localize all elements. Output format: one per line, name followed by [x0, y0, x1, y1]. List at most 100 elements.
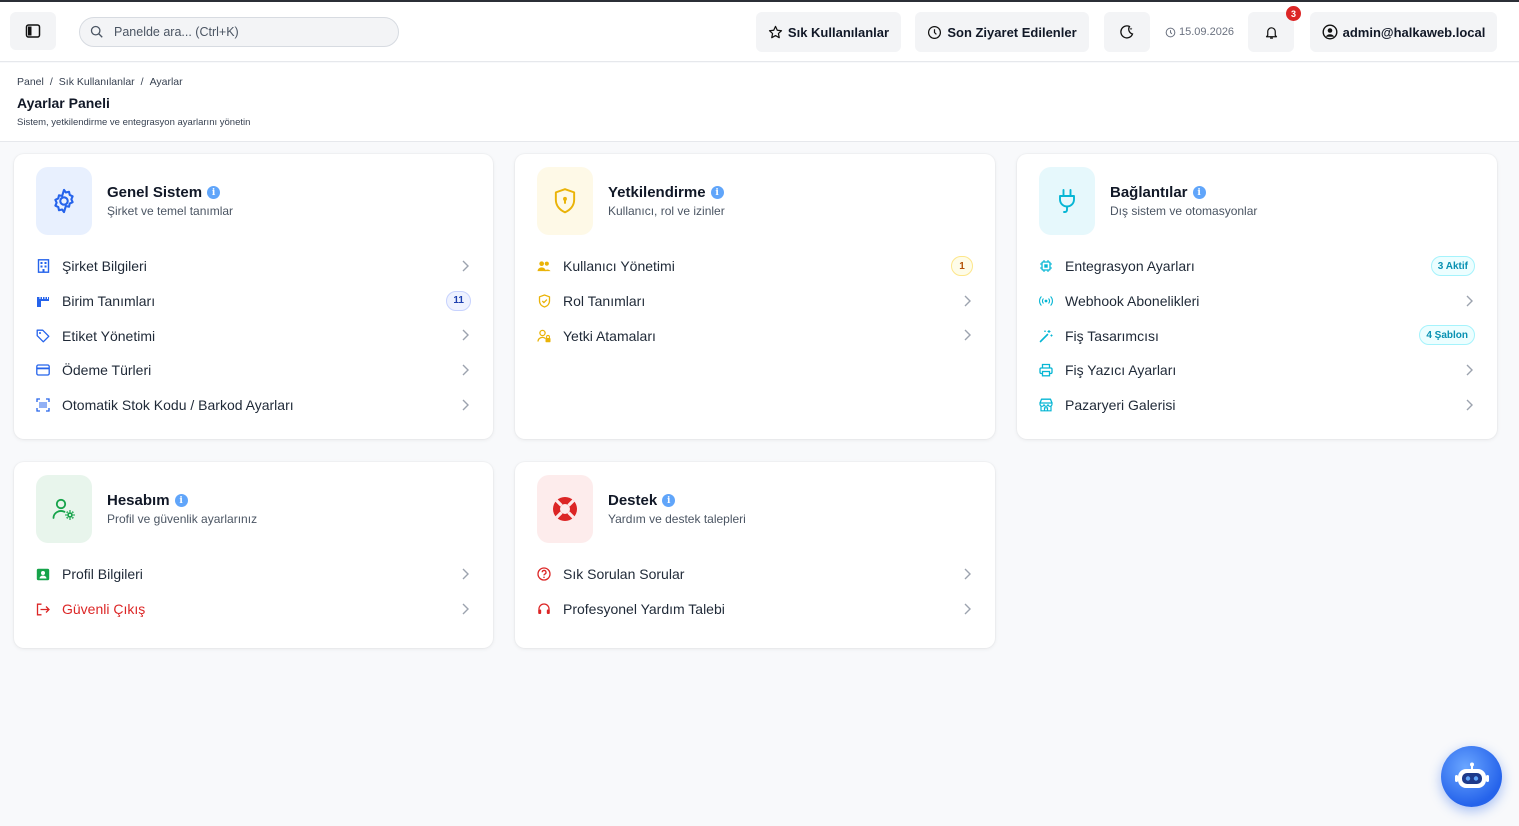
menu-item-label: Kullanıcı Yönetimi — [563, 258, 675, 275]
sidebar-toggle-button[interactable] — [10, 12, 56, 50]
robot-icon — [1454, 762, 1489, 788]
menu-item-webhook-subscriptions[interactable]: Webhook Abonelikleri — [1017, 284, 1497, 319]
info-icon[interactable]: i — [174, 494, 188, 507]
chevron-right-icon — [462, 260, 469, 272]
my-account-title: Hesabım — [107, 492, 170, 509]
sidebar-toggle-icon — [25, 24, 41, 38]
user-menu-button[interactable]: admin@halkaweb.local — [1310, 12, 1497, 52]
theme-toggle-button[interactable] — [1104, 12, 1150, 52]
card-title: Hesabım i — [107, 492, 188, 509]
barcode-icon — [36, 398, 50, 412]
menu-item-professional-help[interactable]: Profesyonel Yardım Talebi — [515, 592, 995, 627]
menu-item-payment-types[interactable]: Ödeme Türleri — [14, 353, 493, 388]
chatbot-button[interactable] — [1441, 746, 1502, 807]
chevron-right-icon — [964, 603, 971, 615]
menu-item-label: Fiş Tasarımcısı — [1065, 327, 1159, 344]
chevron-right-icon — [964, 295, 971, 307]
chevron-right-icon — [1466, 399, 1473, 411]
card-general-system: Genel Sistem i Şirket ve temel tanımlar … — [14, 154, 493, 439]
connections-icon-box — [1039, 167, 1095, 235]
chevron-right-icon — [462, 399, 469, 411]
user-settings-icon — [52, 498, 75, 520]
menu-item-unit-definitions[interactable]: Birim Tanımları 11 — [14, 284, 493, 319]
menu-item-integration-settings[interactable]: Entegrasyon Ayarları 3 Aktif — [1017, 249, 1497, 284]
menu-item-company-info[interactable]: Şirket Bilgileri — [14, 249, 493, 284]
notification-count-badge: 3 — [1286, 6, 1301, 21]
menu-item-label: Profesyonel Yardım Talebi — [563, 601, 725, 618]
general-system-subtitle: Şirket ve temel tanımlar — [107, 204, 234, 218]
breadcrumb-item-favorites[interactable]: Sık Kullanılanlar — [59, 76, 135, 88]
broadcast-icon — [1039, 294, 1053, 308]
search-input[interactable] — [114, 25, 374, 39]
chevron-right-icon — [462, 364, 469, 376]
count-badge: 1 — [951, 256, 973, 276]
shield-icon — [554, 188, 576, 214]
breadcrumb-item-panel[interactable]: Panel — [17, 76, 44, 88]
clock-icon — [928, 25, 942, 39]
info-icon[interactable]: i — [710, 186, 724, 199]
card-connections: Bağlantılar i Dış sistem ve otomasyonlar… — [1017, 154, 1497, 439]
menu-item-profile-info[interactable]: Profil Bilgileri — [14, 557, 493, 592]
clock-icon — [1165, 27, 1176, 37]
favorites-button[interactable]: Sık Kullanılanlar — [756, 12, 901, 52]
chevron-right-icon — [1466, 364, 1473, 376]
building-icon — [36, 259, 50, 274]
menu-item-receipt-designer[interactable]: Fiş Tasarımcısı 4 Şablon — [1017, 318, 1497, 353]
menu-item-secure-logout[interactable]: Güvenli Çıkış — [14, 592, 493, 627]
headset-icon — [537, 602, 551, 616]
menu-item-label: Fiş Yazıcı Ayarları — [1065, 362, 1177, 379]
search-icon — [90, 25, 103, 38]
menu-item-user-management[interactable]: Kullanıcı Yönetimi 1 — [515, 249, 995, 284]
chevron-right-icon — [462, 568, 469, 580]
status-badge: 3 Aktif — [1430, 256, 1475, 276]
menu-item-label: Birim Tanımları — [62, 293, 156, 310]
page-title: Ayarlar Paneli — [17, 95, 110, 111]
ruler-icon — [36, 294, 50, 308]
general-system-title: Genel Sistem — [107, 184, 203, 201]
search-box[interactable] — [79, 17, 399, 47]
menu-item-label: Şirket Bilgileri — [62, 258, 147, 275]
recent-visits-button[interactable]: Son Ziyaret Edilenler — [915, 12, 1089, 52]
magic-wand-icon — [1039, 329, 1053, 343]
card-title: Destek i — [608, 492, 676, 509]
star-icon — [768, 25, 783, 38]
menu-item-label: Yetki Atamaları — [563, 327, 656, 344]
menu-item-tag-management[interactable]: Etiket Yönetimi — [14, 318, 493, 353]
gear-icon — [54, 188, 74, 214]
menu-item-label: Rol Tanımları — [563, 293, 646, 310]
menu-item-label: Etiket Yönetimi — [62, 327, 156, 344]
printer-icon — [1039, 363, 1053, 377]
card-title: Bağlantılar i — [1110, 184, 1206, 201]
question-circle-icon — [537, 567, 551, 581]
menu-item-receipt-printer-settings[interactable]: Fiş Yazıcı Ayarları — [1017, 353, 1497, 388]
card-authorization: Yetkilendirme i Kullanıcı, rol ve izinle… — [515, 154, 995, 439]
chevron-right-icon — [1466, 295, 1473, 307]
connections-title: Bağlantılar — [1110, 184, 1188, 201]
connections-subtitle: Dış sistem ve otomasyonlar — [1110, 204, 1258, 218]
recent-visits-label: Son Ziyaret Edilenler — [947, 24, 1077, 40]
breadcrumb-separator: / — [140, 76, 144, 88]
date-label: 15.09.2026 — [1179, 26, 1235, 38]
tag-icon — [36, 329, 50, 343]
shield-check-icon — [537, 294, 551, 308]
my-account-subtitle: Profil ve güvenlik ayarlarınız — [107, 512, 258, 526]
authorization-icon-box — [537, 167, 593, 235]
chevron-right-icon — [462, 329, 469, 341]
info-icon[interactable]: i — [662, 494, 676, 507]
lifebuoy-icon — [553, 497, 577, 521]
info-icon[interactable]: i — [1192, 186, 1206, 199]
authorization-title: Yetkilendirme — [608, 184, 706, 201]
page-subtitle: Sistem, yetkilendirme ve entegrasyon aya… — [17, 117, 251, 128]
bell-icon — [1265, 26, 1277, 39]
menu-item-label: Profil Bilgileri — [62, 566, 143, 583]
top-bar: Sık Kullanılanlar Son Ziyaret Edilenler … — [0, 2, 1519, 62]
user-circle-icon — [1322, 24, 1338, 40]
menu-item-role-definitions[interactable]: Rol Tanımları — [515, 284, 995, 319]
menu-item-label: Otomatik Stok Kodu / Barkod Ayarları — [62, 397, 294, 414]
info-icon[interactable]: i — [207, 186, 221, 199]
menu-item-permission-assignments[interactable]: Yetki Atamaları — [515, 318, 995, 353]
menu-item-faq[interactable]: Sık Sorulan Sorular — [515, 557, 995, 592]
menu-item-auto-stock-code[interactable]: Otomatik Stok Kodu / Barkod Ayarları — [14, 388, 493, 423]
menu-item-marketplace-gallery[interactable]: Pazaryeri Galerisi — [1017, 388, 1497, 423]
menu-item-label: Güvenli Çıkış — [62, 601, 146, 618]
